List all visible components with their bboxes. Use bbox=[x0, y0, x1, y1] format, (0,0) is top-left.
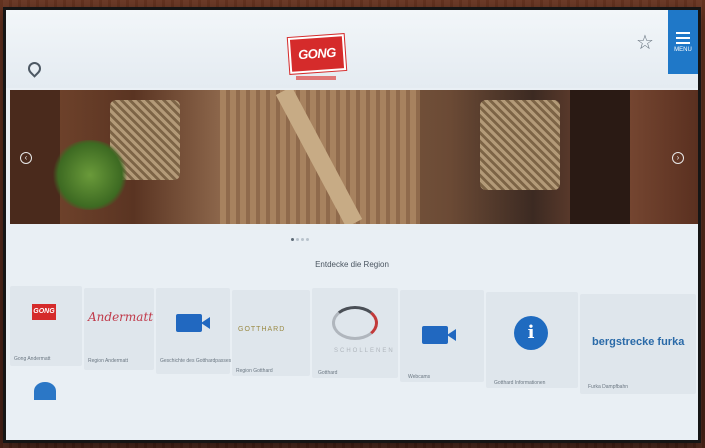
tile-label: Region Andermatt bbox=[88, 358, 129, 364]
top-bar: GONG ☆ MENU bbox=[6, 10, 698, 88]
carousel-dot[interactable] bbox=[301, 238, 304, 241]
star-icon: ☆ bbox=[636, 32, 654, 54]
partial-next-row-icon[interactable] bbox=[34, 382, 56, 400]
carousel-next-icon[interactable]: › bbox=[672, 152, 684, 164]
carousel-dot[interactable] bbox=[296, 238, 299, 241]
tile-grid: GONG Gong Andermatt Andermatt Region And… bbox=[10, 280, 698, 400]
menu-button[interactable]: MENU bbox=[668, 10, 698, 74]
favorites-button[interactable]: ☆ bbox=[630, 30, 660, 57]
swirl-logo-icon bbox=[332, 306, 378, 340]
gotthard-logo: GOTTHARD bbox=[238, 326, 286, 333]
schollenen-logo-text: SCHOLLENEN bbox=[334, 348, 395, 354]
furka-logo: bergstrecke furka bbox=[592, 336, 685, 348]
tile-furka[interactable]: bergstrecke furka Furka Dampfbahn bbox=[580, 294, 696, 394]
tile-info[interactable]: i Gotthard Informationen bbox=[486, 292, 578, 388]
tile-andermatt[interactable]: Andermatt Region Andermatt bbox=[84, 288, 154, 370]
video-icon bbox=[176, 314, 210, 332]
tile-label: Region Gotthard bbox=[236, 368, 273, 374]
tile-schollenen[interactable]: SCHOLLENEN Gotthard bbox=[312, 288, 398, 378]
section-title: Entdecke die Region bbox=[315, 260, 389, 269]
hero-shadow bbox=[570, 90, 630, 224]
tile-webcams[interactable]: Webcams bbox=[400, 290, 484, 382]
video-icon bbox=[422, 326, 456, 344]
tile-label: Geschichte des Gotthardpasses bbox=[160, 358, 232, 364]
hero-image-carousel[interactable]: ‹ › bbox=[10, 90, 698, 224]
carousel-dots[interactable] bbox=[291, 228, 311, 246]
map-pin-icon bbox=[25, 59, 44, 78]
tile-gotthard-region[interactable]: GOTTHARD Region Gotthard bbox=[232, 290, 310, 376]
hamburger-icon bbox=[676, 32, 690, 44]
hero-wall-left bbox=[10, 90, 60, 224]
andermatt-logo: Andermatt bbox=[88, 310, 154, 324]
menu-label: MENU bbox=[674, 47, 692, 53]
tile-label: Furka Dampfbahn bbox=[588, 384, 629, 390]
gong-logo: GONG bbox=[287, 34, 347, 74]
tile-gong[interactable]: GONG Gong Andermatt bbox=[10, 286, 82, 366]
info-icon: i bbox=[514, 316, 548, 350]
gong-mini-logo: GONG bbox=[32, 304, 56, 320]
tile-label: Gotthard bbox=[318, 370, 338, 376]
tile-history-video[interactable]: Geschichte des Gotthardpasses bbox=[156, 288, 232, 374]
kiosk-screen: GONG ☆ MENU ‹ › Entdecke die Region GONG… bbox=[6, 10, 698, 440]
location-button[interactable] bbox=[25, 59, 44, 88]
hero-basket-right bbox=[480, 100, 560, 190]
logo-tagline-bar bbox=[296, 76, 336, 80]
brand-logo[interactable]: GONG bbox=[287, 34, 347, 80]
carousel-dot[interactable] bbox=[291, 238, 294, 241]
tile-label: Gong Andermatt bbox=[14, 356, 51, 362]
carousel-prev-icon[interactable]: ‹ bbox=[20, 152, 32, 164]
carousel-dot[interactable] bbox=[306, 238, 309, 241]
hero-plant bbox=[50, 140, 130, 210]
tile-label: Gotthard Informationen bbox=[494, 380, 546, 386]
tile-label: Webcams bbox=[408, 374, 431, 380]
